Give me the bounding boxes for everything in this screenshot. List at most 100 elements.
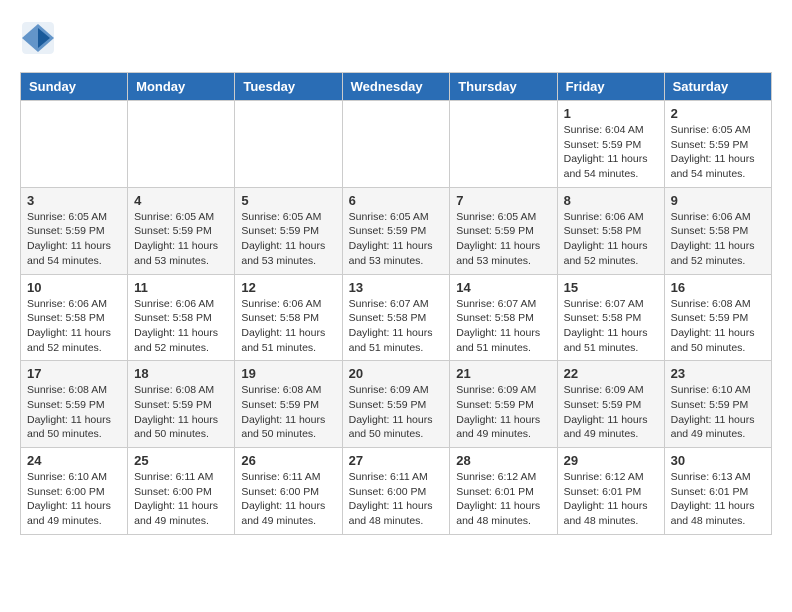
day-number: 26: [241, 453, 335, 468]
calendar-cell: [128, 101, 235, 188]
day-number: 6: [349, 193, 444, 208]
day-number: 13: [349, 280, 444, 295]
day-number: 10: [27, 280, 121, 295]
day-info: Sunrise: 6:11 AM Sunset: 6:00 PM Dayligh…: [134, 470, 228, 529]
calendar-cell: 13 Sunrise: 6:07 AM Sunset: 5:58 PM Dayli…: [342, 274, 450, 361]
day-number: 19: [241, 366, 335, 381]
day-info: Sunrise: 6:07 AM Sunset: 5:58 PM Dayligh…: [349, 297, 444, 356]
calendar-cell: [342, 101, 450, 188]
calendar-table: SundayMondayTuesdayWednesdayThursdayFrid…: [20, 72, 772, 535]
calendar-day-header: Tuesday: [235, 73, 342, 101]
calendar-week-row: 10 Sunrise: 6:06 AM Sunset: 5:58 PM Dayli…: [21, 274, 772, 361]
calendar-day-header: Monday: [128, 73, 235, 101]
calendar-cell: 5 Sunrise: 6:05 AM Sunset: 5:59 PM Daylig…: [235, 187, 342, 274]
calendar-day-header: Friday: [557, 73, 664, 101]
day-number: 21: [456, 366, 550, 381]
calendar-cell: 11Sunrise: 6:06 AM Sunset: 5:58 PM Dayli…: [128, 274, 235, 361]
calendar-cell: 2 Sunrise: 6:05 AM Sunset: 5:59 PM Daylig…: [664, 101, 771, 188]
day-info: Sunrise: 6:05 AM Sunset: 5:59 PM Dayligh…: [134, 210, 228, 269]
logo: [20, 20, 60, 56]
calendar-week-row: 1Sunrise: 6:04 AM Sunset: 5:59 PM Daylig…: [21, 101, 772, 188]
calendar-cell: 14 Sunrise: 6:07 AM Sunset: 5:58 PM Dayli…: [450, 274, 557, 361]
day-number: 25: [134, 453, 228, 468]
day-number: 24: [27, 453, 121, 468]
day-info: Sunrise: 6:05 AM Sunset: 5:59 PM Dayligh…: [241, 210, 335, 269]
day-info: Sunrise: 6:10 AM Sunset: 5:59 PM Dayligh…: [671, 383, 765, 442]
calendar-cell: 23 Sunrise: 6:10 AM Sunset: 5:59 PM Dayli…: [664, 361, 771, 448]
calendar-cell: 24 Sunrise: 6:10 AM Sunset: 6:00 PM Dayli…: [21, 448, 128, 535]
day-info: Sunrise: 6:05 AM Sunset: 5:59 PM Dayligh…: [27, 210, 121, 269]
day-info: Sunrise: 6:05 AM Sunset: 5:59 PM Dayligh…: [456, 210, 550, 269]
day-number: 8: [564, 193, 658, 208]
calendar-cell: 9 Sunrise: 6:06 AM Sunset: 5:58 PM Daylig…: [664, 187, 771, 274]
day-info: Sunrise: 6:08 AM Sunset: 5:59 PM Dayligh…: [241, 383, 335, 442]
day-number: 30: [671, 453, 765, 468]
calendar-cell: [21, 101, 128, 188]
day-number: 22: [564, 366, 658, 381]
logo-icon: [20, 20, 56, 56]
calendar-cell: 7 Sunrise: 6:05 AM Sunset: 5:59 PM Daylig…: [450, 187, 557, 274]
day-number: 9: [671, 193, 765, 208]
day-info: Sunrise: 6:12 AM Sunset: 6:01 PM Dayligh…: [564, 470, 658, 529]
calendar-week-row: 24 Sunrise: 6:10 AM Sunset: 6:00 PM Dayli…: [21, 448, 772, 535]
day-number: 2: [671, 106, 765, 121]
day-info: Sunrise: 6:08 AM Sunset: 5:59 PM Dayligh…: [27, 383, 121, 442]
calendar-cell: 20 Sunrise: 6:09 AM Sunset: 5:59 PM Dayli…: [342, 361, 450, 448]
day-info: Sunrise: 6:06 AM Sunset: 5:58 PM Dayligh…: [671, 210, 765, 269]
day-info: Sunrise: 6:07 AM Sunset: 5:58 PM Dayligh…: [456, 297, 550, 356]
day-number: 20: [349, 366, 444, 381]
day-number: 27: [349, 453, 444, 468]
day-number: 1: [564, 106, 658, 121]
calendar-cell: 29 Sunrise: 6:12 AM Sunset: 6:01 PM Dayli…: [557, 448, 664, 535]
day-number: 11: [134, 280, 228, 295]
calendar-week-row: 17 Sunrise: 6:08 AM Sunset: 5:59 PM Dayli…: [21, 361, 772, 448]
calendar-cell: 30 Sunrise: 6:13 AM Sunset: 6:01 PM Dayli…: [664, 448, 771, 535]
calendar-day-header: Sunday: [21, 73, 128, 101]
calendar-day-header: Saturday: [664, 73, 771, 101]
calendar-cell: 18 Sunrise: 6:08 AM Sunset: 5:59 PM Dayli…: [128, 361, 235, 448]
calendar-cell: 4 Sunrise: 6:05 AM Sunset: 5:59 PM Daylig…: [128, 187, 235, 274]
calendar-cell: 27 Sunrise: 6:11 AM Sunset: 6:00 PM Dayli…: [342, 448, 450, 535]
day-info: Sunrise: 6:07 AM Sunset: 5:58 PM Dayligh…: [564, 297, 658, 356]
day-number: 14: [456, 280, 550, 295]
calendar-header-row: SundayMondayTuesdayWednesdayThursdayFrid…: [21, 73, 772, 101]
day-info: Sunrise: 6:08 AM Sunset: 5:59 PM Dayligh…: [671, 297, 765, 356]
calendar-cell: 21 Sunrise: 6:09 AM Sunset: 5:59 PM Dayli…: [450, 361, 557, 448]
calendar-cell: 15 Sunrise: 6:07 AM Sunset: 5:58 PM Dayli…: [557, 274, 664, 361]
day-number: 3: [27, 193, 121, 208]
calendar-cell: 8 Sunrise: 6:06 AM Sunset: 5:58 PM Daylig…: [557, 187, 664, 274]
calendar-week-row: 3 Sunrise: 6:05 AM Sunset: 5:59 PM Daylig…: [21, 187, 772, 274]
calendar-cell: 6 Sunrise: 6:05 AM Sunset: 5:59 PM Daylig…: [342, 187, 450, 274]
day-info: Sunrise: 6:09 AM Sunset: 5:59 PM Dayligh…: [456, 383, 550, 442]
day-info: Sunrise: 6:10 AM Sunset: 6:00 PM Dayligh…: [27, 470, 121, 529]
header: [20, 20, 772, 56]
day-info: Sunrise: 6:12 AM Sunset: 6:01 PM Dayligh…: [456, 470, 550, 529]
day-number: 15: [564, 280, 658, 295]
day-info: Sunrise: 6:11 AM Sunset: 6:00 PM Dayligh…: [241, 470, 335, 529]
day-info: Sunrise: 6:13 AM Sunset: 6:01 PM Dayligh…: [671, 470, 765, 529]
calendar-cell: 22Sunrise: 6:09 AM Sunset: 5:59 PM Dayli…: [557, 361, 664, 448]
calendar-cell: 1Sunrise: 6:04 AM Sunset: 5:59 PM Daylig…: [557, 101, 664, 188]
calendar-cell: 12Sunrise: 6:06 AM Sunset: 5:58 PM Dayli…: [235, 274, 342, 361]
calendar-cell: [235, 101, 342, 188]
day-info: Sunrise: 6:06 AM Sunset: 5:58 PM Dayligh…: [27, 297, 121, 356]
calendar-day-header: Thursday: [450, 73, 557, 101]
day-info: Sunrise: 6:05 AM Sunset: 5:59 PM Dayligh…: [671, 123, 765, 182]
page: SundayMondayTuesdayWednesdayThursdayFrid…: [0, 0, 792, 545]
day-number: 23: [671, 366, 765, 381]
day-number: 7: [456, 193, 550, 208]
day-number: 4: [134, 193, 228, 208]
day-info: Sunrise: 6:08 AM Sunset: 5:59 PM Dayligh…: [134, 383, 228, 442]
day-number: 18: [134, 366, 228, 381]
day-info: Sunrise: 6:05 AM Sunset: 5:59 PM Dayligh…: [349, 210, 444, 269]
day-number: 29: [564, 453, 658, 468]
calendar-day-header: Wednesday: [342, 73, 450, 101]
day-number: 17: [27, 366, 121, 381]
day-number: 16: [671, 280, 765, 295]
calendar-cell: 3 Sunrise: 6:05 AM Sunset: 5:59 PM Daylig…: [21, 187, 128, 274]
day-info: Sunrise: 6:06 AM Sunset: 5:58 PM Dayligh…: [564, 210, 658, 269]
day-number: 5: [241, 193, 335, 208]
day-info: Sunrise: 6:09 AM Sunset: 5:59 PM Dayligh…: [349, 383, 444, 442]
calendar-cell: 16 Sunrise: 6:08 AM Sunset: 5:59 PM Dayli…: [664, 274, 771, 361]
day-info: Sunrise: 6:11 AM Sunset: 6:00 PM Dayligh…: [349, 470, 444, 529]
